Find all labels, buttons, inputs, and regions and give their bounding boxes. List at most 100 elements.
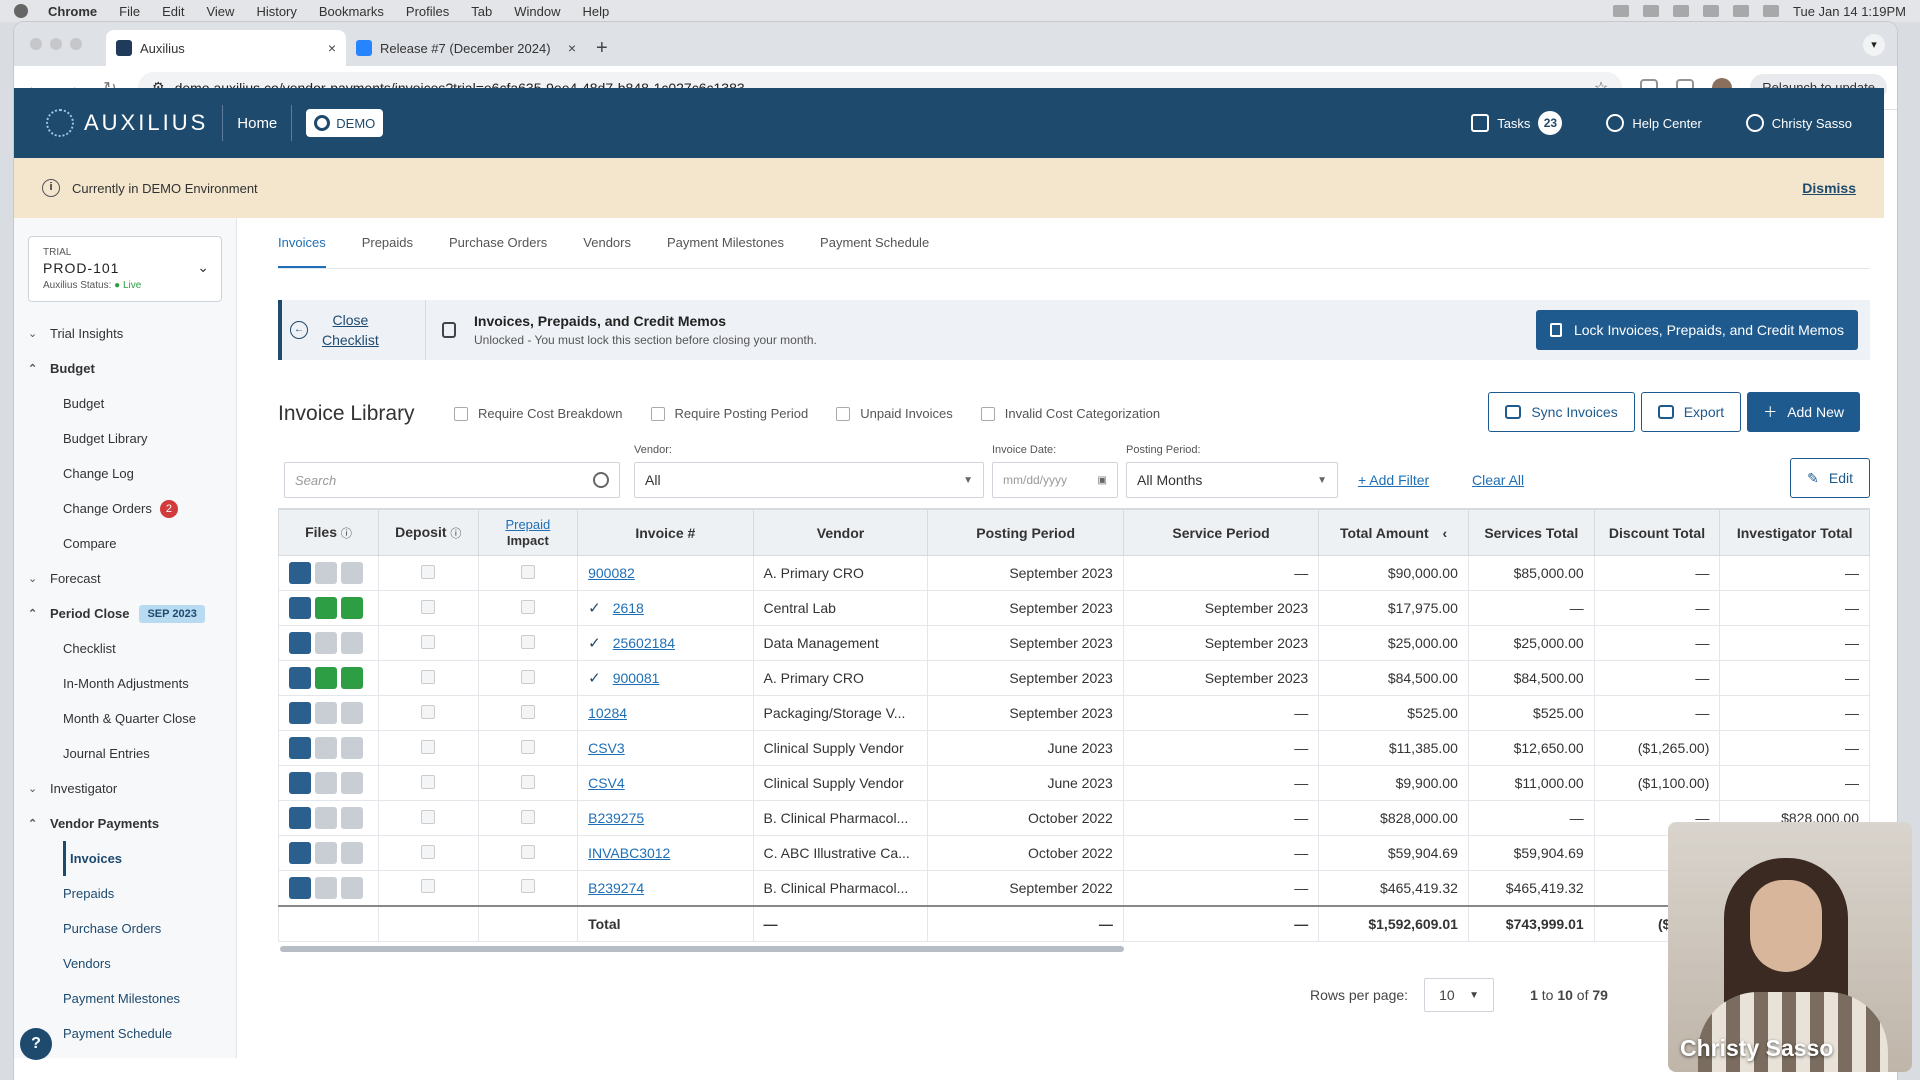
rows-per-page-select[interactable]: 10 ▼ <box>1424 978 1495 1012</box>
col-investigator-total[interactable]: Investigator Total <box>1719 509 1870 556</box>
menu-view[interactable]: View <box>206 4 234 19</box>
sidebar-item-journal-entries[interactable]: Journal Entries <box>14 736 236 771</box>
table-row[interactable]: CSV4 Clinical Supply Vendor June 2023— $9,9… <box>278 765 1870 801</box>
col-service-period[interactable]: Service Period <box>1122 509 1320 556</box>
prepaid-checkbox[interactable] <box>520 704 535 719</box>
csv-file-icon[interactable] <box>341 667 363 689</box>
invoice-link[interactable]: CSV3 <box>588 740 625 756</box>
sidebar-item-in-month-adjustments[interactable]: In-Month Adjustments <box>14 666 236 701</box>
sidebar-item-vendors[interactable]: Vendors <box>14 946 236 981</box>
upload-icon[interactable] <box>289 807 311 829</box>
invoice-link[interactable]: 900081 <box>613 670 660 686</box>
close-tab-icon[interactable]: × <box>568 40 576 56</box>
table-row[interactable]: B239275 B. Clinical Pharmacol... October 2… <box>278 800 1870 836</box>
sidebar-item-month-quarter-close[interactable]: Month & Quarter Close <box>14 701 236 736</box>
col-files[interactable]: Files ⓘ <box>278 509 379 556</box>
tasks-button[interactable]: Tasks 23 <box>1471 111 1563 135</box>
deposit-checkbox[interactable] <box>421 844 436 859</box>
col-deposit[interactable]: Deposit ⓘ <box>377 509 479 556</box>
sidebar-item-investigator[interactable]: ⌄ Investigator <box>14 771 236 806</box>
deposit-checkbox[interactable] <box>421 879 436 894</box>
sidebar-item-change-orders[interactable]: Change Orders 2 <box>14 491 236 526</box>
tab-invoices[interactable]: Invoices <box>278 218 326 268</box>
download-icon[interactable] <box>315 702 337 724</box>
download-icon[interactable] <box>315 772 337 794</box>
csv-file-icon[interactable] <box>341 842 363 864</box>
invoice-table-wrapper[interactable]: Files ⓘ Deposit ⓘ Prepaid Impact Invoice … <box>278 508 1870 944</box>
status-icon-1[interactable] <box>1643 5 1660 17</box>
close-tab-icon[interactable]: × <box>328 40 336 56</box>
checkbox-box[interactable] <box>454 406 468 421</box>
csv-file-icon[interactable] <box>341 772 363 794</box>
table-row[interactable]: ✓ 900081 A. Primary CRO September 2023 Septe… <box>278 660 1870 696</box>
menu-bookmarks[interactable]: Bookmarks <box>319 4 384 19</box>
invoice-link[interactable]: B239275 <box>588 810 644 826</box>
tab-vendors[interactable]: Vendors <box>583 218 631 268</box>
download-icon[interactable] <box>315 842 337 864</box>
deposit-checkbox[interactable] <box>421 669 436 684</box>
upload-icon[interactable] <box>289 632 311 654</box>
csv-file-icon[interactable] <box>341 702 363 724</box>
info-icon[interactable]: ⓘ <box>450 528 461 540</box>
help-fab-button[interactable]: ? <box>20 1028 52 1060</box>
minimize-window-icon[interactable] <box>50 38 62 50</box>
user-menu[interactable]: Christy Sasso <box>1745 114 1852 132</box>
deposit-checkbox[interactable] <box>421 704 436 719</box>
sidebar-item-forecast[interactable]: ⌄ Forecast <box>14 561 236 596</box>
dismiss-link[interactable]: Dismiss <box>1802 180 1856 196</box>
browser-tab-release[interactable]: Release #7 (December 2024) × <box>346 30 586 66</box>
status-icon-3[interactable] <box>1703 5 1720 17</box>
prepaid-checkbox[interactable] <box>520 844 535 859</box>
sidebar-item-trial-insights[interactable]: ⌄ Trial Insights <box>14 316 236 351</box>
require-cost-breakdown-checkbox[interactable]: Require Cost Breakdown <box>454 406 623 421</box>
table-row[interactable]: CSV3 Clinical Supply Vendor June 2023— $11,… <box>278 730 1870 766</box>
col-total-amount[interactable]: Total Amount ‹ <box>1318 509 1469 556</box>
trial-selector[interactable]: TRIAL PROD-101 Auxilius Status: ● Live ⌄ <box>28 236 222 302</box>
require-posting-period-checkbox[interactable]: Require Posting Period <box>650 406 808 421</box>
download-icon[interactable] <box>315 562 337 584</box>
invoice-link[interactable]: B239274 <box>588 880 644 896</box>
clock[interactable]: Tue Jan 14 1:19PM <box>1793 4 1906 19</box>
table-row[interactable]: INVABC3012 C. ABC Illustrative Ca... Octob… <box>278 835 1870 871</box>
invoice-link[interactable]: 900082 <box>588 565 635 581</box>
deposit-checkbox[interactable] <box>421 809 436 824</box>
invoice-link[interactable]: 2618 <box>613 600 644 616</box>
calendar-icon[interactable]: ▣ <box>1098 475 1107 486</box>
table-row[interactable]: ✓ 2618 Central Lab September 2023 September … <box>278 590 1870 626</box>
download-icon[interactable] <box>315 876 337 899</box>
sidebar-item-period-close[interactable]: ⌃ Period Close SEP 2023 <box>14 596 236 631</box>
upload-icon[interactable] <box>289 597 311 619</box>
menu-profiles[interactable]: Profiles <box>406 4 449 19</box>
help-center-button[interactable]: Help Center <box>1606 114 1702 132</box>
csv-file-icon[interactable] <box>341 737 363 759</box>
csv-file-icon[interactable] <box>341 632 363 654</box>
upload-icon[interactable] <box>289 772 311 794</box>
add-new-button[interactable]: ＋ Add New <box>1747 392 1860 432</box>
upload-icon[interactable] <box>289 876 311 899</box>
add-filter-link[interactable]: + Add Filter <box>1358 472 1429 488</box>
deposit-checkbox[interactable] <box>421 564 436 579</box>
tab-search-chevron-icon[interactable]: ▾ <box>1863 34 1885 56</box>
col-invoice-number[interactable]: Invoice # <box>577 509 754 556</box>
sidebar-item-checklist[interactable]: Checklist <box>14 631 236 666</box>
invoice-link[interactable]: 25602184 <box>613 635 675 651</box>
menu-window[interactable]: Window <box>514 4 560 19</box>
lock-button[interactable]: Lock Invoices, Prepaids, and Credit Memo… <box>1535 310 1858 350</box>
prepaid-checkbox[interactable] <box>520 809 535 824</box>
screen-icon[interactable] <box>1613 5 1630 17</box>
search-input[interactable]: Search <box>284 462 620 498</box>
edit-button[interactable]: ✎ Edit <box>1790 458 1870 498</box>
deposit-checkbox[interactable] <box>421 634 436 649</box>
posting-period-select[interactable]: All Months ▼ <box>1126 462 1338 498</box>
col-vendor[interactable]: Vendor <box>752 509 929 556</box>
home-link[interactable]: Home <box>237 115 277 132</box>
apple-icon[interactable] <box>14 4 28 18</box>
upload-icon[interactable] <box>289 702 311 724</box>
sidebar-item-invoices[interactable]: Invoices <box>63 841 236 876</box>
zoom-window-icon[interactable] <box>70 38 82 50</box>
sidebar-item-purchase-orders[interactable]: Purchase Orders <box>14 911 236 946</box>
download-icon[interactable] <box>315 667 337 689</box>
clear-all-link[interactable]: Clear All <box>1472 472 1524 488</box>
upload-icon[interactable] <box>289 667 311 689</box>
vendor-select[interactable]: All ▼ <box>634 462 984 498</box>
